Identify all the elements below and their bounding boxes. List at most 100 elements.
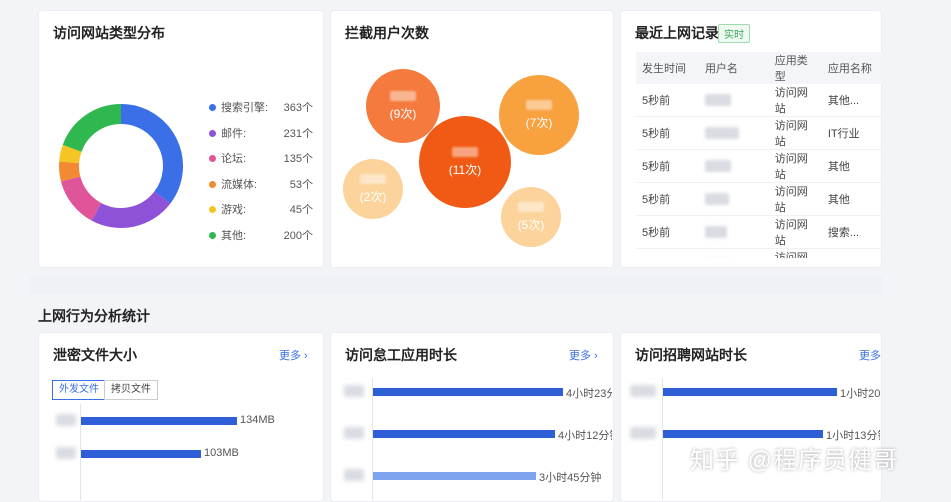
bar-category-blur <box>344 385 364 397</box>
leak-title: 泄密文件大小 <box>53 347 137 363</box>
records-header-cell: 用户名 <box>698 52 769 84</box>
recruit-axis <box>662 378 663 500</box>
intercept-bubble[interactable]: (11次) <box>419 116 511 208</box>
record-app-type: 访问网站 <box>768 215 822 249</box>
site-type-donut-chart <box>59 104 183 228</box>
bubble-count: (7次) <box>525 115 553 130</box>
bubble-count: (9次) <box>389 106 417 121</box>
recruit-more-link[interactable]: 更多 <box>859 347 881 363</box>
record-app-name: 其他 <box>821 182 882 216</box>
records-row[interactable]: 5秒前 访问网站 IT行业 <box>636 116 882 150</box>
legend-label: 流媒体: <box>221 178 258 191</box>
legend-item: 邮件: 231个 <box>209 125 319 151</box>
bubble-username-blur <box>526 99 552 110</box>
intercept-card: 拦截用户次数 (9次) (7次) (11次) (2次) (5次) <box>330 10 614 268</box>
tab-outgoing-files[interactable]: 外发文件 <box>52 380 106 400</box>
records-row[interactable]: 5秒前 访问网站 其他 <box>636 149 882 183</box>
legend-label: 游戏: <box>221 204 247 216</box>
realtime-badge: 实时 <box>718 24 750 43</box>
idle-app-axis <box>372 378 373 500</box>
legend-dot <box>209 104 216 111</box>
bar-category-blur <box>630 385 656 397</box>
bar[interactable] <box>663 388 837 396</box>
recruit-card: 访问招聘网站时长 更多 <box>620 332 882 502</box>
legend-value: 200个 <box>283 229 313 242</box>
legend-label: 邮件: <box>221 127 247 140</box>
intercept-bubble[interactable]: (7次) <box>499 75 579 155</box>
records-title: 最近上网记录 <box>635 25 719 41</box>
donut-slice-3 <box>59 161 81 182</box>
username-blur <box>704 226 727 239</box>
record-app-type: 访问网站 <box>768 149 822 183</box>
records-row[interactable]: 5秒前 访问网站 搜索... <box>636 215 882 249</box>
site-type-legend: 搜索引擎: 363个 邮件: 231个 论坛: 135个 流媒体: 53个 游戏: 45个 其他: 2… <box>209 99 319 252</box>
username-blur <box>704 160 731 173</box>
records-row[interactable]: 5秒前 访问网站生活 <box>636 248 882 258</box>
bubble-count: (2次) <box>359 189 387 204</box>
legend-label: 其他: <box>221 229 247 242</box>
bar-category-blur <box>630 427 656 439</box>
site-type-title: 访问网站类型分布 <box>53 25 165 41</box>
idle-app-title: 访问怠工应用时长 <box>345 347 457 363</box>
bar-value-label: 103MB <box>204 447 239 459</box>
record-username <box>698 182 769 216</box>
bar[interactable] <box>373 388 563 396</box>
bar[interactable] <box>663 430 823 438</box>
username-blur <box>704 94 731 107</box>
bar-value-label: 3小时45分钟 <box>539 472 602 484</box>
legend-item: 论坛: 135个 <box>209 150 319 176</box>
bubble-username-blur <box>518 201 544 212</box>
records-header-cell: 发生时间 <box>636 52 699 84</box>
record-app-type: 访问网站 <box>768 248 822 258</box>
records-row[interactable]: 5秒前 访问网站 其他... <box>636 84 882 117</box>
records-table-wrap[interactable]: 发生时间 用户名 应用类型 应用名称 5秒前 访问网站 其他... 5秒前 访问网站 IT行业 5… <box>636 52 882 258</box>
bar-value-label: 4小时12分钟 <box>558 430 612 442</box>
bar-value-label: 134MB <box>240 414 275 426</box>
intercept-bubble[interactable]: (5次) <box>501 187 561 247</box>
records-row[interactable]: 5秒前 访问网站 其他 <box>636 182 882 216</box>
legend-item: 搜索引擎: 363个 <box>209 99 319 125</box>
idle-app-more-link[interactable]: 更多 › <box>569 347 598 363</box>
record-app-type: 访问网站 <box>768 84 822 117</box>
record-time: 5秒前 <box>636 215 699 249</box>
legend-label: 论坛: <box>221 153 247 165</box>
section-divider <box>30 276 882 294</box>
records-header-cell: 应用类型 <box>768 52 822 84</box>
record-app-name: 生活 <box>821 248 882 258</box>
bar[interactable] <box>81 450 201 458</box>
leak-more-link[interactable]: 更多 › <box>279 347 308 363</box>
record-username <box>698 116 769 150</box>
username-blur <box>704 127 739 140</box>
legend-dot <box>209 206 216 213</box>
bar[interactable] <box>81 417 237 425</box>
intercept-bubble[interactable]: (2次) <box>343 159 403 219</box>
record-username <box>698 149 769 183</box>
records-header-cell: 应用名称 <box>821 52 882 84</box>
legend-item: 其他: 200个 <box>209 227 319 253</box>
record-app-name: 其他... <box>821 84 882 117</box>
legend-dot <box>209 231 216 239</box>
bubble-username-blur <box>360 173 386 184</box>
record-username <box>698 84 769 117</box>
bar[interactable] <box>373 430 555 438</box>
bar[interactable] <box>373 472 536 480</box>
recruit-title: 访问招聘网站时长 <box>635 347 747 363</box>
record-username <box>698 215 769 249</box>
tab-copied-files[interactable]: 拷贝文件 <box>104 380 158 400</box>
legend-value: 53个 <box>289 178 313 191</box>
record-time: 5秒前 <box>636 248 699 258</box>
record-time: 5秒前 <box>636 116 699 150</box>
intercept-title: 拦截用户次数 <box>345 25 429 41</box>
section-title: 上网行为分析统计 <box>38 308 150 324</box>
record-app-type: 访问网站 <box>768 116 822 150</box>
bubble-count: (11次) <box>448 162 482 177</box>
donut-slice-0 <box>120 104 183 204</box>
bar-category-blur <box>56 414 76 426</box>
bar-category-blur <box>56 447 76 459</box>
bar-category-blur <box>344 469 364 481</box>
donut-slice-2 <box>60 176 102 221</box>
record-app-name: 其他 <box>821 149 882 183</box>
record-app-name: 搜索... <box>821 215 882 249</box>
legend-dot <box>209 155 216 162</box>
record-time: 5秒前 <box>636 182 699 216</box>
